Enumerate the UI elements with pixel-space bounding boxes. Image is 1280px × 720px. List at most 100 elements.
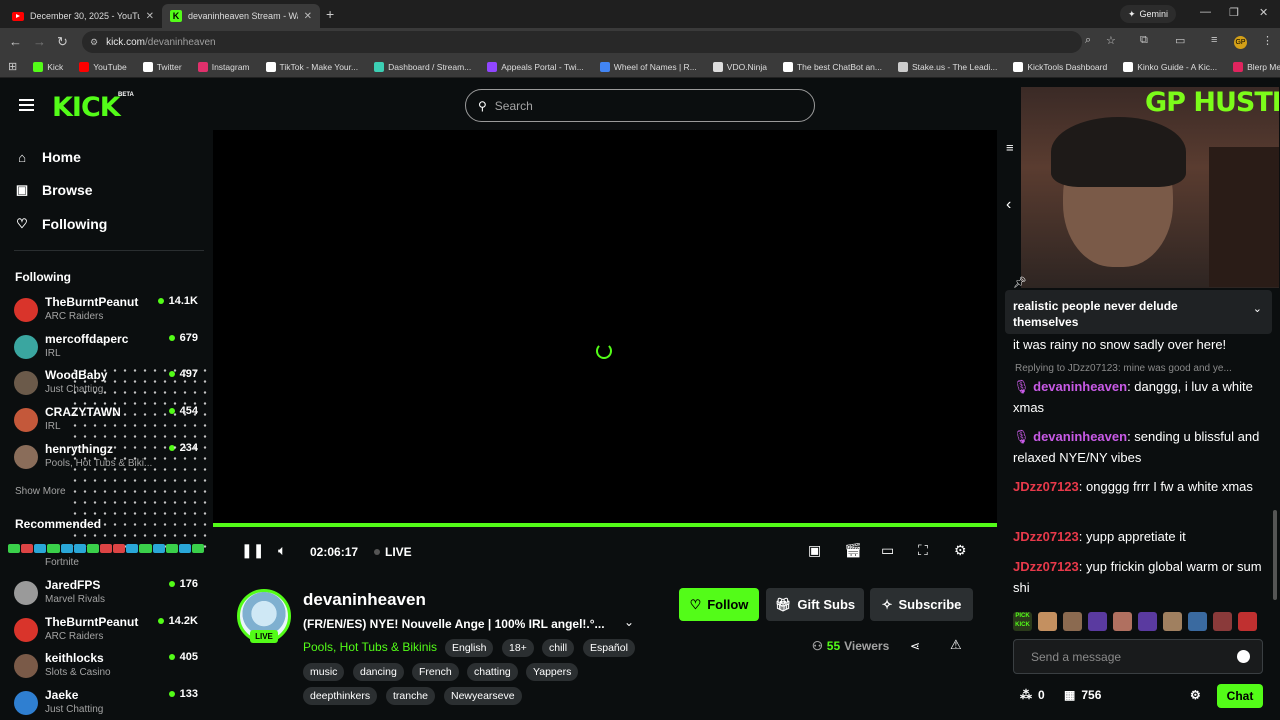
sidebar-item-browse[interactable]: ▣ Browse	[14, 182, 93, 198]
stream-tag[interactable]: French	[412, 663, 459, 681]
stream-tag[interactable]: music	[303, 663, 345, 681]
site-info-icon[interactable]: ⚙	[90, 37, 98, 48]
pick-kick-emote-icon[interactable]: PICK KICK	[1013, 612, 1032, 631]
zoom-icon[interactable]: ⌕	[1085, 34, 1091, 47]
sidebar-channel-item[interactable]: TheBurntPeanut ARC Raiders 14.2K	[14, 613, 204, 647]
emote-icon[interactable]	[1163, 612, 1182, 631]
bookmark-item[interactable]: Instagram	[197, 61, 250, 72]
forward-button[interactable]: →	[33, 34, 46, 49]
share-icon[interactable]: ⋖	[910, 639, 920, 653]
menu-icon[interactable]: ⋮	[1262, 34, 1273, 47]
pinned-message[interactable]: realistic people never delude themselves…	[1005, 290, 1272, 334]
back-button[interactable]: ←	[9, 34, 22, 49]
video-player[interactable]	[213, 130, 997, 526]
collapse-chat-icon[interactable]: ≡	[1006, 140, 1014, 155]
pause-icon[interactable]: ❚❚	[241, 542, 264, 559]
sidebar-channel-item[interactable]: Jaeke Just Chatting 133	[14, 686, 204, 720]
bookmark-item[interactable]: TikTok - Make Your...	[265, 61, 358, 72]
chat-username[interactable]: JDzz07123	[1013, 479, 1079, 494]
channel-points[interactable]: ⁂ 0	[1020, 688, 1045, 702]
chevron-down-icon[interactable]: ⌄	[1253, 302, 1262, 315]
stream-tag[interactable]: chatting	[467, 663, 518, 681]
stream-tag[interactable]: Yappers	[526, 663, 579, 681]
bookmark-item[interactable]: YouTube	[79, 61, 127, 72]
sidebar-channel-item[interactable]: JaredFPS Marvel Rivals 176	[14, 576, 204, 610]
gemini-button[interactable]: ✦ Gemini	[1120, 5, 1177, 23]
bookmark-item[interactable]: Dashboard / Stream...	[374, 61, 471, 72]
follow-button[interactable]: ♡ Follow	[679, 588, 759, 621]
emote-icon[interactable]	[1213, 612, 1232, 631]
bookmark-item[interactable]: KickTools Dashboard	[1013, 61, 1107, 72]
bookmark-item[interactable]: Stake.us - The Leadi...	[898, 61, 997, 72]
bookmark-item[interactable]: Blerp Memes | Best...	[1233, 61, 1280, 72]
stream-category[interactable]: Pools, Hot Tubs & Bikinis	[303, 640, 437, 654]
chat-message-input[interactable]: Send a message	[1013, 639, 1263, 674]
close-tab-icon[interactable]: ✕	[304, 11, 312, 22]
chat-send-button[interactable]: Chat	[1217, 684, 1263, 708]
reload-button[interactable]: ↻	[57, 34, 68, 50]
bookmark-item[interactable]: Kick	[33, 61, 63, 72]
bookmark-star-icon[interactable]: ☆	[1106, 34, 1116, 47]
search-input[interactable]: ⚲ Search	[465, 89, 815, 122]
sidebar-item-home[interactable]: ⌂ Home	[14, 149, 81, 165]
minimize-button[interactable]: —	[1200, 6, 1211, 18]
chevron-down-icon[interactable]: ⌄	[624, 615, 634, 629]
media-icon[interactable]: ≡	[1211, 34, 1217, 46]
bookmark-item[interactable]: Appeals Portal - Twi...	[487, 61, 584, 72]
chat-username[interactable]: devaninheaven	[1033, 429, 1127, 444]
settings-gear-icon[interactable]: ⚙	[954, 542, 967, 559]
show-more-link[interactable]: Show More	[15, 486, 66, 497]
emote-icon[interactable]	[1088, 612, 1107, 631]
stream-tag[interactable]: tranche	[386, 687, 436, 705]
cast-icon[interactable]: ▭	[1175, 34, 1185, 47]
emote-icon[interactable]	[1113, 612, 1132, 631]
clip-icon[interactable]: 🎬︎	[844, 542, 862, 559]
tab-kick[interactable]: K devaninheaven Stream - Watch ✕	[162, 4, 320, 28]
stream-tag[interactable]: dancing	[353, 663, 404, 681]
stream-tag[interactable]: 18+	[502, 639, 534, 657]
streamer-name[interactable]: devaninheaven	[303, 590, 426, 610]
stream-tag[interactable]: Español	[583, 639, 635, 657]
extensions-icon[interactable]: ⧉	[1140, 34, 1148, 47]
sidebar-channel-item[interactable]: TheBurntPeanut ARC Raiders 14.1K	[14, 293, 204, 327]
chat-scrollbar[interactable]	[1273, 510, 1277, 600]
chat-username[interactable]: devaninheaven	[1033, 379, 1127, 394]
gift-subs-button[interactable]: 🎁︎ Gift Subs	[766, 588, 864, 621]
bookmark-item[interactable]: VDO.Ninja	[712, 61, 767, 72]
sidebar-item-following[interactable]: ♡ Following	[14, 216, 107, 232]
stream-tag[interactable]: deepthinkers	[303, 687, 378, 705]
bookmark-item[interactable]: Twitter	[142, 61, 182, 72]
emote-icon[interactable]	[1188, 612, 1207, 631]
emote-icon[interactable]	[1238, 612, 1257, 631]
subscribe-button[interactable]: ✧ Subscribe	[870, 588, 973, 621]
close-tab-icon[interactable]: ✕	[146, 11, 154, 22]
live-indicator[interactable]: LIVE	[374, 545, 412, 559]
chat-username[interactable]: JDzz07123	[1013, 559, 1079, 574]
chat-settings-icon[interactable]: ⚙	[1190, 688, 1201, 702]
chevron-left-icon[interactable]: ‹	[1006, 196, 1011, 214]
stream-tag[interactable]: English	[445, 639, 494, 657]
restore-button[interactable]: ❐	[1229, 6, 1239, 19]
bookmark-item[interactable]: Kinko Guide - A Kic...	[1123, 61, 1217, 72]
sidebar-channel-item[interactable]: keithlocks Slots & Casino 405	[14, 649, 204, 683]
emote-icon[interactable]	[1063, 612, 1082, 631]
bookmark-item[interactable]: The best ChatBot an...	[782, 61, 882, 72]
stream-tag[interactable]: Newyearseve	[444, 687, 522, 705]
sidebar-channel-item[interactable]: mercoffdaperc IRL 679	[14, 330, 204, 364]
kick-logo[interactable]: KICK	[52, 92, 121, 123]
apps-grid-icon[interactable]: ⊞	[8, 60, 17, 73]
stream-tag[interactable]: chill	[542, 639, 575, 657]
chat-username[interactable]: JDzz07123	[1013, 529, 1079, 544]
miniplayer-icon[interactable]: ▣	[808, 542, 821, 559]
profile-avatar[interactable]: GP	[1234, 36, 1247, 49]
close-window-button[interactable]: ✕	[1259, 6, 1268, 19]
emote-icon[interactable]	[1138, 612, 1157, 631]
new-tab-button[interactable]: +	[326, 6, 334, 22]
report-warning-icon[interactable]: ⚠	[950, 637, 962, 653]
url-field[interactable]: ⚙ kick.com/devaninheaven	[82, 31, 1082, 53]
volume-icon[interactable]: 🔈︎	[278, 542, 286, 559]
emoji-picker-icon[interactable]	[1237, 650, 1250, 663]
emote-icon[interactable]	[1038, 612, 1057, 631]
hamburger-menu-icon[interactable]	[19, 99, 34, 114]
theater-mode-icon[interactable]: ▭	[881, 542, 894, 559]
